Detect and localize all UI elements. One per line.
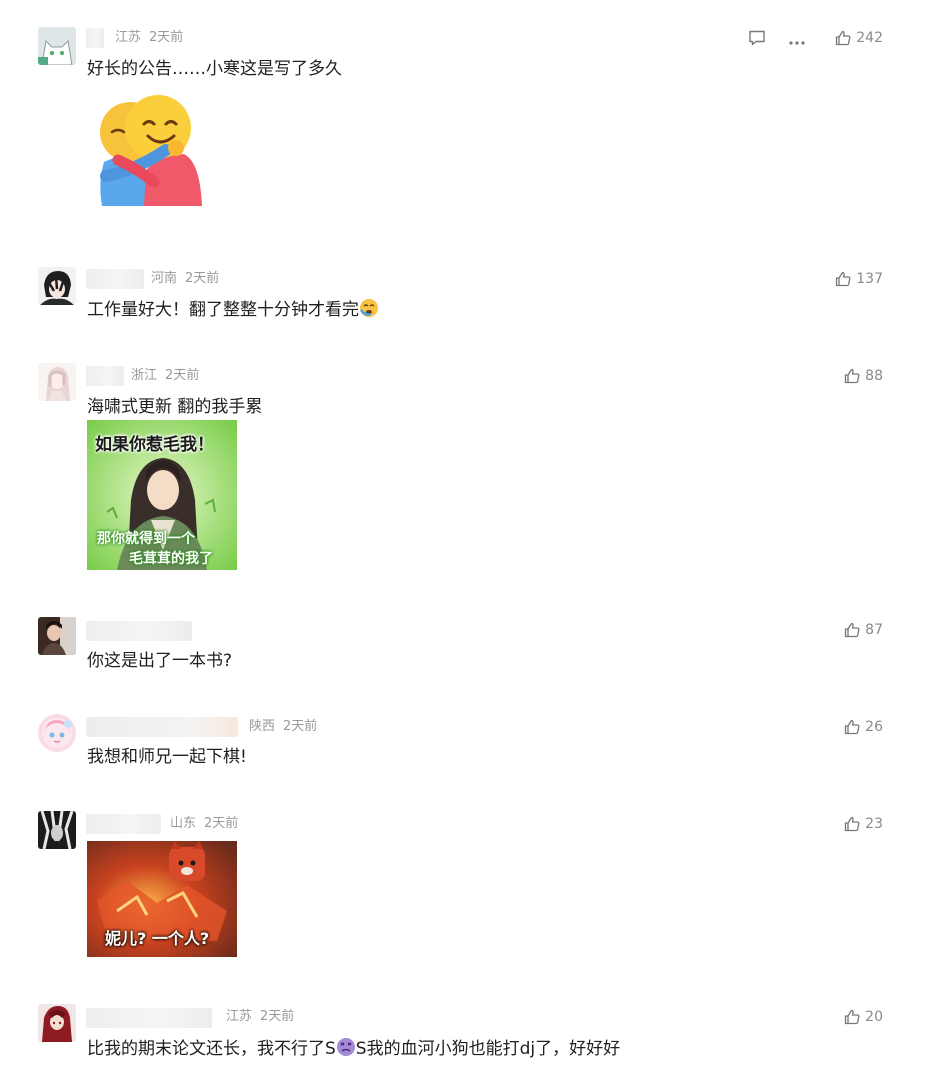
- time-label: 2天前: [283, 719, 318, 734]
- region-label: 陕西: [249, 719, 276, 734]
- avatar[interactable]: [38, 1004, 76, 1042]
- like-count: 23: [865, 816, 883, 832]
- meme-text-top: 如果你惹毛我！: [95, 435, 214, 455]
- avatar[interactable]: [38, 27, 76, 65]
- thumbs-up-icon: [845, 816, 860, 832]
- avatar[interactable]: [38, 267, 76, 305]
- avatar[interactable]: [38, 811, 76, 849]
- like-count: 242: [856, 30, 883, 46]
- more-icon[interactable]: [788, 31, 806, 50]
- like-button[interactable]: 137: [835, 269, 883, 289]
- region-label: 河南: [151, 271, 178, 286]
- meme-text-bottom: 那你就得到一个: [97, 531, 195, 547]
- like-button[interactable]: 26: [844, 717, 883, 737]
- meme-text-bottom: 毛茸茸的我了: [129, 551, 213, 567]
- thumbs-up-icon: [845, 719, 860, 735]
- username-blurred[interactable]: [86, 366, 124, 386]
- username-blurred[interactable]: [86, 1008, 212, 1028]
- thumbs-up-icon: [836, 30, 851, 46]
- comment-meta: 江苏 2天前: [115, 28, 183, 48]
- time-label: 2天前: [204, 816, 239, 831]
- like-button[interactable]: 20: [844, 1007, 883, 1027]
- comment-text: 好长的公告……小寒这是写了多久: [87, 59, 342, 79]
- username-blurred[interactable]: [86, 621, 192, 641]
- hug-emoji[interactable]: [96, 92, 208, 210]
- avatar[interactable]: [38, 617, 76, 655]
- comment-meta: 河南 2天前: [151, 269, 219, 289]
- comment-meta: 陕西 2天前: [249, 717, 317, 737]
- like-button[interactable]: 88: [844, 366, 883, 386]
- thumbs-up-icon: [845, 622, 860, 638]
- comment-text: 我想和师兄一起下棋!: [87, 747, 247, 767]
- thumbs-up-icon: [836, 271, 851, 287]
- like-count: 87: [865, 622, 883, 638]
- dizzy-emoji-icon: [336, 1038, 355, 1056]
- meme-fox-image[interactable]: 妮儿? 一个人?: [87, 841, 237, 957]
- comment-meta: 浙江 2天前: [131, 366, 199, 386]
- username-blurred[interactable]: [86, 814, 161, 834]
- like-button[interactable]: 242: [835, 28, 883, 48]
- meme-character-image[interactable]: 如果你惹毛我！ 那你就得到一个 毛茸茸的我了: [87, 420, 237, 570]
- username-blurred[interactable]: [86, 717, 238, 737]
- comment-text-body: S我的血河小狗也能打dj了，好好好: [355, 1039, 621, 1059]
- avatar[interactable]: [38, 714, 76, 752]
- like-count: 137: [856, 271, 883, 287]
- like-button[interactable]: 87: [844, 620, 883, 640]
- comment-meta: 江苏 2天前: [226, 1007, 294, 1027]
- like-count: 88: [865, 368, 883, 384]
- comment-actions: [748, 30, 806, 50]
- username-blurred[interactable]: [86, 28, 104, 48]
- comment-text-body: 工作量好大！翻了整整十分钟才看完: [87, 300, 359, 320]
- thumbs-up-icon: [845, 368, 860, 384]
- time-label: 2天前: [149, 30, 184, 45]
- meme-caption: 妮儿? 一个人?: [105, 929, 210, 948]
- like-button[interactable]: 23: [844, 814, 883, 834]
- region-label: 浙江: [131, 368, 158, 383]
- thumbs-up-icon: [845, 1009, 860, 1025]
- region-label: 江苏: [115, 30, 142, 45]
- like-count: 26: [865, 719, 883, 735]
- comment-text-body: 比我的期末论文还长，我不行了S: [87, 1039, 336, 1059]
- tired-emoji-icon: [359, 299, 378, 317]
- avatar[interactable]: [38, 363, 76, 401]
- comment-text: 你这是出了一本书?: [87, 651, 233, 671]
- comment-meta: 山东 2天前: [170, 814, 238, 834]
- username-blurred[interactable]: [86, 269, 144, 289]
- comment-text: 比我的期末论文还长，我不行了S S我的血河小狗也能打dj了，好好好: [87, 1037, 620, 1061]
- comment-icon[interactable]: [748, 30, 766, 50]
- comment-text: 海啸式更新 翻的我手累: [87, 397, 263, 417]
- region-label: 江苏: [226, 1009, 253, 1024]
- like-count: 20: [865, 1009, 883, 1025]
- time-label: 2天前: [185, 271, 220, 286]
- region-label: 山东: [170, 816, 197, 831]
- time-label: 2天前: [260, 1009, 295, 1024]
- time-label: 2天前: [165, 368, 200, 383]
- comment-text: 工作量好大！翻了整整十分钟才看完: [87, 298, 379, 322]
